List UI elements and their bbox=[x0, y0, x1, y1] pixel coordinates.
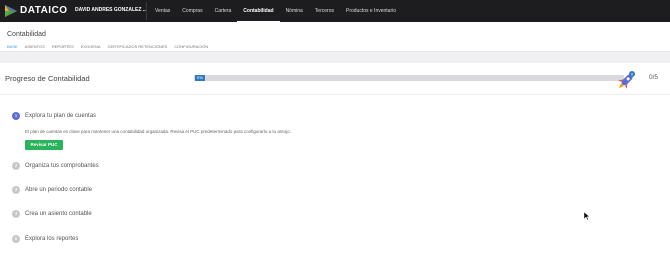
page-header: Contabilidad BASE ASIENTOS REPORTES EXOG… bbox=[0, 22, 670, 52]
revisar-puc-button[interactable]: Revisar PUC bbox=[25, 140, 63, 150]
nav-item-contabilidad[interactable]: Contabilidad bbox=[237, 0, 280, 22]
step-number: 5 bbox=[12, 235, 20, 243]
step-1[interactable]: 1 Explora tu plan de cuentas bbox=[12, 112, 96, 120]
step-label: Explora tu plan de cuentas bbox=[25, 113, 97, 119]
sub-nav: BASE ASIENTOS REPORTES EXOGENA CERTIFICA… bbox=[7, 44, 208, 49]
tab-asientos[interactable]: ASIENTOS bbox=[25, 44, 45, 49]
tab-configuracion[interactable]: CONFIGURACIÓN bbox=[174, 44, 208, 49]
step-label: Abre un periodo contable bbox=[25, 187, 93, 193]
progress-section: Progreso de Contabilidad 0% 0 0/5 bbox=[0, 63, 670, 95]
tab-base[interactable]: BASE bbox=[7, 44, 18, 49]
progress-bar-track bbox=[194, 75, 624, 81]
dataico-logo-icon[interactable] bbox=[4, 4, 18, 18]
section-divider bbox=[0, 52, 670, 63]
step-label: Crea un asiento contable bbox=[25, 211, 92, 217]
tab-reportes[interactable]: REPORTES bbox=[52, 44, 74, 49]
nav-item-compras[interactable]: Compras bbox=[176, 0, 208, 22]
progress-count: 0/5 bbox=[649, 74, 659, 81]
steps-list: 1 Explora tu plan de cuentas El plan de … bbox=[0, 96, 670, 257]
progress-percent-badge: 0% bbox=[195, 75, 205, 81]
progress-title: Progreso de Contabilidad bbox=[5, 74, 90, 83]
step-2[interactable]: 2 Organiza tus comprobantes bbox=[12, 162, 99, 170]
step-4[interactable]: 4 Crea un asiento contable bbox=[12, 210, 92, 218]
step-1-description: El plan de cuentas es clave para mantene… bbox=[25, 129, 291, 134]
step-label: Explora los reportes bbox=[25, 236, 79, 242]
company-name[interactable]: DAVID ANDRES GONZALEZ ... bbox=[75, 7, 147, 13]
step-3[interactable]: 3 Abre un periodo contable bbox=[12, 186, 92, 194]
step-number: 3 bbox=[12, 186, 20, 194]
brand-name: DATAICO bbox=[20, 5, 68, 16]
main-nav: Ventas Compras Cartera Contabilidad Nómi… bbox=[149, 0, 402, 22]
tab-exogena[interactable]: EXOGENA bbox=[81, 44, 101, 49]
nav-item-productos-inventario[interactable]: Productos e Inventario bbox=[340, 0, 402, 22]
nav-divider bbox=[146, 2, 147, 20]
tab-certificados-retenciones[interactable]: CERTIFICADOS RETENCIONES bbox=[108, 44, 168, 49]
page-title: Contabilidad bbox=[7, 31, 46, 38]
nav-item-cartera[interactable]: Cartera bbox=[209, 0, 238, 22]
step-number: 2 bbox=[12, 162, 20, 170]
nav-item-nomina[interactable]: Nómina bbox=[280, 0, 309, 22]
step-number: 1 bbox=[12, 112, 20, 120]
step-5[interactable]: 5 Explora los reportes bbox=[12, 235, 78, 243]
step-number: 4 bbox=[12, 210, 20, 218]
top-navbar: DATAICO DAVID ANDRES GONZALEZ ... Ventas… bbox=[0, 0, 670, 22]
nav-item-ventas[interactable]: Ventas bbox=[149, 0, 176, 22]
rocket-icon: 0 bbox=[618, 71, 635, 89]
mouse-cursor-icon bbox=[584, 212, 590, 220]
nav-item-terceros[interactable]: Terceros bbox=[309, 0, 340, 22]
step-label: Organiza tus comprobantes bbox=[25, 163, 99, 169]
